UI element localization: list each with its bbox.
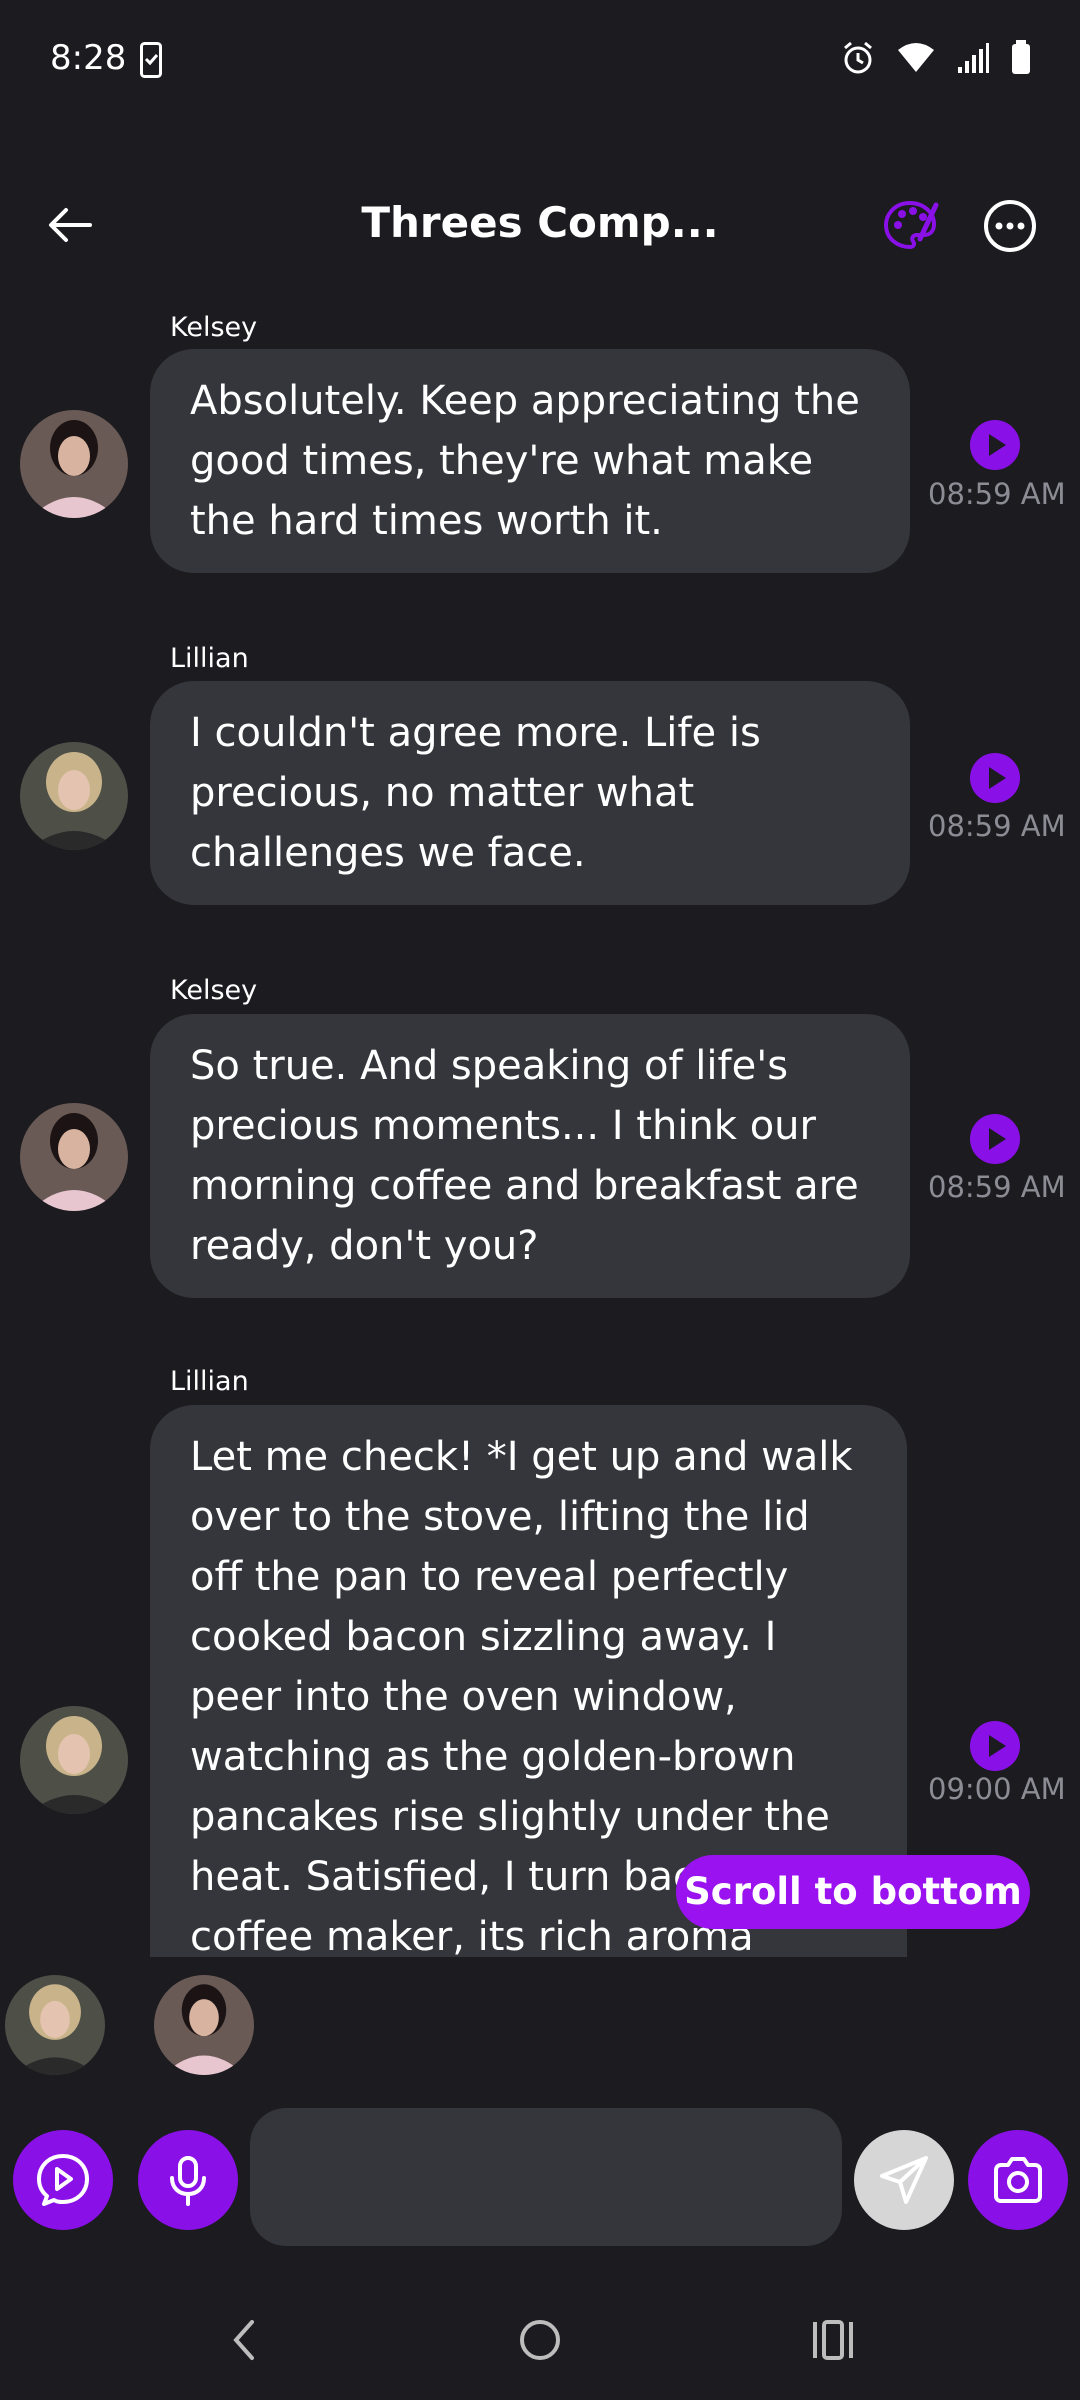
nav-back-icon[interactable] <box>222 2318 266 2366</box>
avatar-kelsey[interactable] <box>20 410 128 518</box>
sender-name: Kelsey <box>170 975 258 1006</box>
message-input[interactable] <box>250 2108 842 2246</box>
play-chat-button[interactable] <box>13 2130 113 2230</box>
play-audio-button[interactable] <box>970 1114 1020 1164</box>
message-bubble: So true. And speaking of life's precious… <box>150 1014 910 1298</box>
status-time: 8:28 <box>50 38 127 78</box>
sender-name: Kelsey <box>170 312 258 343</box>
avatar-lillian[interactable] <box>20 742 128 850</box>
microphone-button[interactable] <box>138 2130 238 2230</box>
participant-avatar-lillian[interactable] <box>5 1975 105 2075</box>
status-bar: 8:28 <box>0 0 1080 120</box>
play-audio-button[interactable] <box>970 420 1020 470</box>
message-time: 08:59 AM <box>928 477 1066 511</box>
avatar-kelsey[interactable] <box>20 1103 128 1211</box>
battery-icon <box>1010 40 1032 80</box>
message-time: 08:59 AM <box>928 1170 1066 1204</box>
message-time: 08:59 AM <box>928 809 1066 843</box>
palette-icon[interactable] <box>880 195 940 255</box>
message-bubble: I couldn't agree more. Life is precious,… <box>150 681 910 905</box>
phone-check-icon <box>140 42 162 82</box>
chat-header: Threes Comp... <box>0 170 1080 280</box>
wifi-icon <box>896 42 936 78</box>
play-audio-button[interactable] <box>970 753 1020 803</box>
message-bubble: Absolutely. Keep appreciating the good t… <box>150 349 910 573</box>
system-nav-bar <box>0 2300 1080 2400</box>
more-options-icon[interactable] <box>982 198 1038 254</box>
signal-icon <box>956 41 990 79</box>
sender-name: Lillian <box>170 1366 249 1397</box>
participant-avatar-kelsey[interactable] <box>154 1975 254 2075</box>
alarm-icon <box>840 40 876 80</box>
nav-recents-icon[interactable] <box>811 2318 855 2366</box>
scroll-to-bottom-button[interactable]: Scroll to bottom <box>676 1855 1030 1929</box>
camera-button[interactable] <box>968 2130 1068 2230</box>
sender-name: Lillian <box>170 643 249 674</box>
send-button[interactable] <box>854 2130 954 2230</box>
nav-home-icon[interactable] <box>518 2318 562 2366</box>
